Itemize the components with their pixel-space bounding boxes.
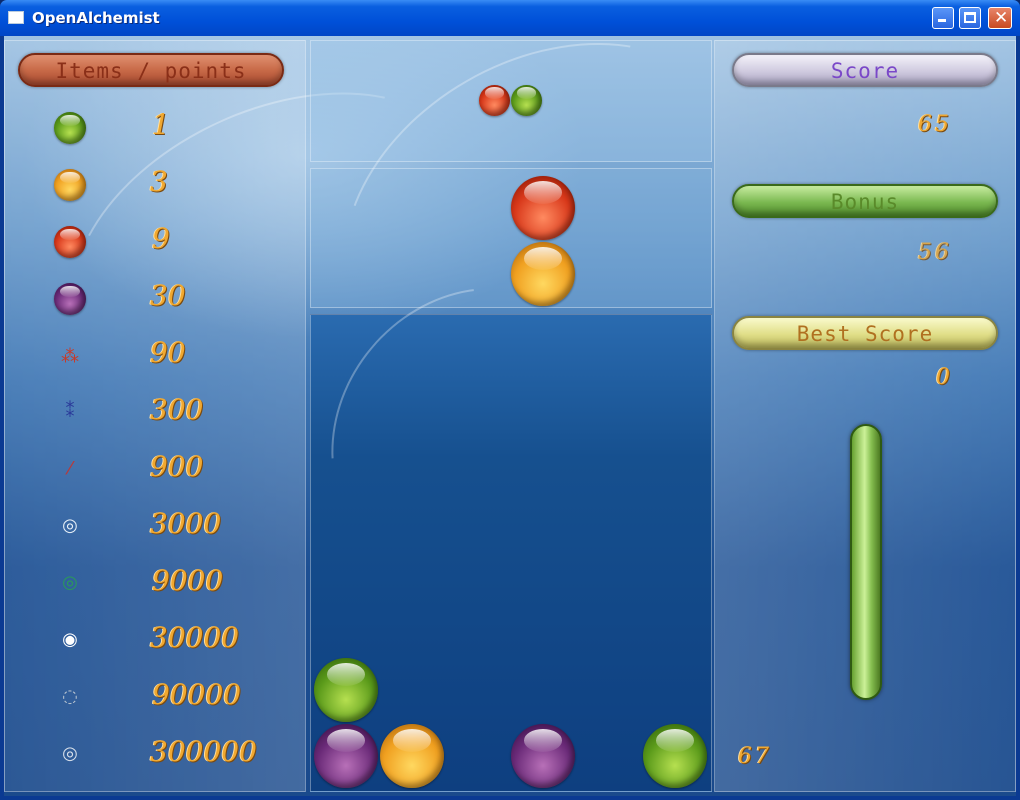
item-points: 900	[150, 450, 204, 483]
item-points: 300	[150, 393, 204, 426]
board-purple-ball	[314, 724, 378, 788]
spiral-icon: ◉	[62, 629, 78, 650]
current-piece-yellow-ball[interactable]	[511, 242, 575, 306]
score-header: Score	[732, 53, 998, 87]
board-yellow-ball	[380, 724, 444, 788]
item-points: 9000	[152, 564, 224, 597]
close-button[interactable]: ✕	[988, 7, 1012, 29]
minimize-button[interactable]	[932, 7, 954, 29]
next-piece-green-ball	[511, 85, 542, 116]
item-points: 9	[152, 222, 170, 255]
white-ring-icon: ◎	[62, 515, 78, 536]
item-points: 30000	[150, 621, 240, 654]
window-title-bar[interactable]: OpenAlchemist ✕	[0, 0, 1020, 36]
item-points: 30	[150, 279, 186, 312]
green-ring-icon: ◎	[62, 572, 78, 593]
item-points: 3000	[150, 507, 222, 540]
red-crystal-icon: ⁄	[68, 458, 72, 479]
red-ball-icon	[54, 226, 86, 258]
maximize-icon	[964, 12, 976, 23]
best-score-header: Best Score	[732, 316, 998, 350]
bonus-value: 56	[918, 240, 952, 265]
board-purple-ball	[511, 724, 575, 788]
best-score-value: 0	[936, 365, 953, 390]
item-points: 300000	[150, 735, 257, 768]
red-molecule-icon: ⁂	[61, 346, 79, 367]
silver-ring-icon: ◎	[62, 743, 78, 764]
window-title: OpenAlchemist	[32, 9, 160, 27]
item-points: 1	[152, 108, 170, 141]
bonus-header: Bonus	[732, 184, 998, 218]
items-points-header: Items / points	[18, 53, 284, 87]
score-value: 65	[918, 112, 952, 137]
item-points: 90	[150, 336, 186, 369]
bonus-progress-bar	[850, 424, 882, 700]
maximize-button[interactable]	[959, 7, 981, 29]
current-piece-red-ball[interactable]	[511, 176, 575, 240]
bottom-counter-value: 67	[738, 744, 772, 769]
next-piece-red-ball	[479, 85, 510, 116]
close-icon: ✕	[994, 8, 1009, 28]
board-green-ball	[643, 724, 707, 788]
green-ball-icon	[54, 112, 86, 144]
item-points: 90000	[152, 678, 242, 711]
item-points: 3	[150, 165, 168, 198]
blue-molecule-icon: ⁑	[65, 401, 75, 422]
minimize-icon	[938, 19, 946, 22]
grey-ring-icon: ◌	[62, 686, 78, 707]
app-window-icon[interactable]	[8, 11, 24, 24]
yellow-ball-icon	[54, 169, 86, 201]
purple-ball-icon	[54, 283, 86, 315]
board-green-ball	[314, 658, 378, 722]
